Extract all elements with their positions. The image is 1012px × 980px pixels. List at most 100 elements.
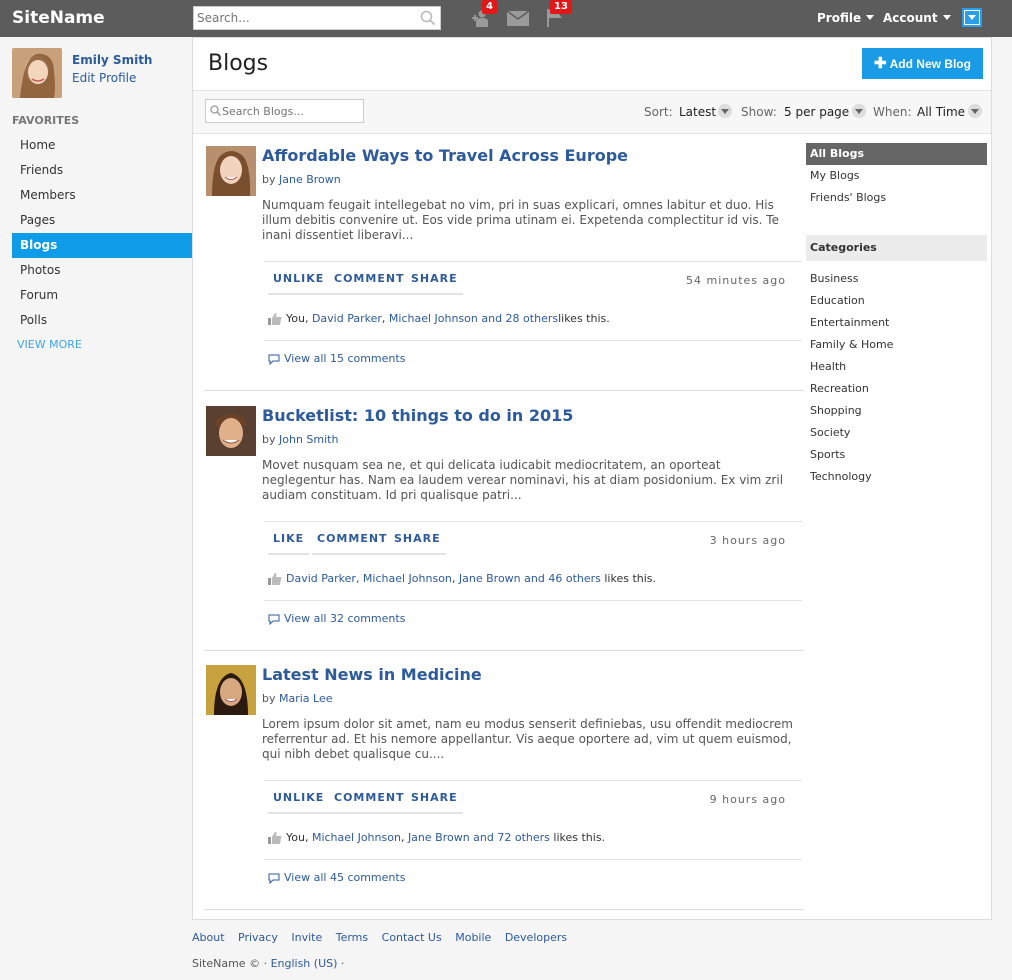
edit-profile-link[interactable]: Edit Profile bbox=[72, 71, 136, 85]
like-button[interactable]: LIKE bbox=[268, 532, 310, 555]
author-avatar[interactable] bbox=[206, 665, 256, 715]
share-button[interactable]: SHARE bbox=[406, 791, 463, 814]
comment-button[interactable]: COMMENT bbox=[329, 272, 410, 295]
unlike-button[interactable]: UNLIKE bbox=[268, 791, 330, 814]
post-actions: UNLIKE COMMENT SHARE 9 hours ago bbox=[264, 780, 802, 818]
liker-link[interactable]: Michael Johnson bbox=[312, 831, 401, 844]
comment-button[interactable]: COMMENT bbox=[329, 791, 410, 814]
category-shopping[interactable]: Shopping bbox=[806, 400, 987, 422]
when-dropdown-icon[interactable] bbox=[968, 104, 982, 118]
footer-terms[interactable]: Terms bbox=[336, 931, 368, 944]
comment-button[interactable]: COMMENT bbox=[312, 532, 393, 555]
liker-link[interactable]: David Parker, Michael Johnson bbox=[286, 572, 452, 585]
show-dropdown-icon[interactable] bbox=[852, 104, 866, 118]
footer-invite[interactable]: Invite bbox=[291, 931, 322, 944]
footer-mobile[interactable]: Mobile bbox=[455, 931, 491, 944]
post-title[interactable]: Affordable Ways to Travel Across Europe bbox=[262, 146, 628, 165]
category-business[interactable]: Business bbox=[806, 268, 987, 290]
category-family-home[interactable]: Family & Home bbox=[806, 334, 987, 356]
site-logo[interactable]: SiteName bbox=[12, 8, 105, 28]
search-icon[interactable] bbox=[420, 10, 436, 29]
byline-prefix: by bbox=[262, 173, 276, 186]
sort-dropdown-icon[interactable] bbox=[718, 104, 732, 118]
plus-icon: ✚ bbox=[874, 55, 887, 72]
author-avatar[interactable] bbox=[206, 406, 256, 456]
category-education[interactable]: Education bbox=[806, 290, 987, 312]
messages-button[interactable] bbox=[506, 10, 530, 29]
view-comments-label: View all 15 comments bbox=[284, 352, 406, 365]
account-menu[interactable]: Account bbox=[883, 11, 951, 25]
footer-developers[interactable]: Developers bbox=[505, 931, 567, 944]
quick-menu-dropdown[interactable] bbox=[962, 8, 982, 27]
notifications-badge: 13 bbox=[550, 0, 572, 14]
add-new-blog-label: Add New Blog bbox=[889, 57, 971, 71]
likers-more-link[interactable]: Jane Brown and 46 others bbox=[459, 572, 601, 585]
avatar[interactable] bbox=[12, 48, 62, 98]
share-button[interactable]: SHARE bbox=[389, 532, 446, 555]
sidebar-item-blogs[interactable]: Blogs bbox=[12, 233, 192, 258]
view-more-link[interactable]: VIEW MORE bbox=[17, 338, 82, 351]
category-technology[interactable]: Technology bbox=[806, 466, 987, 488]
unlike-button[interactable]: UNLIKE bbox=[268, 272, 330, 295]
post-author-link[interactable]: Jane Brown bbox=[279, 173, 341, 186]
sort-select[interactable]: Latest bbox=[679, 105, 716, 119]
category-society[interactable]: Society bbox=[806, 422, 987, 444]
post-likes: David Parker, Michael Johnson, Jane Brow… bbox=[268, 572, 656, 588]
profile-menu[interactable]: Profile bbox=[817, 11, 875, 25]
copyright-text: SiteName © · bbox=[192, 957, 271, 970]
view-comments-link[interactable]: View all 32 comments bbox=[268, 612, 405, 626]
post-byline: by John Smith bbox=[262, 433, 338, 446]
footer-contact[interactable]: Contact Us bbox=[382, 931, 442, 944]
sidebar-item-forum[interactable]: Forum bbox=[12, 283, 192, 308]
category-recreation[interactable]: Recreation bbox=[806, 378, 987, 400]
sidebar-item-friends[interactable]: Friends bbox=[12, 158, 192, 183]
share-button[interactable]: SHARE bbox=[406, 272, 463, 295]
view-comments-link[interactable]: View all 15 comments bbox=[268, 352, 406, 366]
byline-prefix: by bbox=[262, 692, 276, 705]
favorites-nav: Home Friends Members Pages Blogs Photos … bbox=[12, 133, 192, 333]
view-comments-link[interactable]: View all 45 comments bbox=[268, 871, 405, 885]
post-title[interactable]: Bucketlist: 10 things to do in 2015 bbox=[262, 406, 573, 425]
add-new-blog-button[interactable]: ✚ Add New Blog bbox=[862, 48, 983, 79]
sidebar-item-pages[interactable]: Pages bbox=[12, 208, 192, 233]
likes-suffix: likes this. bbox=[558, 312, 610, 325]
footer-privacy[interactable]: Privacy bbox=[238, 931, 278, 944]
global-search-input[interactable] bbox=[194, 7, 414, 29]
filter-bar: Sort: Latest Show: 5 per page When: All … bbox=[193, 90, 991, 134]
author-avatar[interactable] bbox=[206, 146, 256, 196]
page-title: Blogs bbox=[208, 51, 269, 76]
friend-requests-button[interactable]: 4 bbox=[472, 0, 497, 30]
category-sports[interactable]: Sports bbox=[806, 444, 987, 466]
blog-search[interactable] bbox=[205, 99, 364, 123]
nav-all-blogs[interactable]: All Blogs bbox=[806, 143, 987, 165]
notifications-button[interactable]: 13 bbox=[547, 0, 572, 30]
blog-post: Bucketlist: 10 things to do in 2015 by J… bbox=[204, 406, 804, 646]
liker-link[interactable]: David Parker bbox=[312, 312, 382, 325]
post-title[interactable]: Latest News in Medicine bbox=[262, 665, 482, 684]
global-search[interactable] bbox=[193, 6, 441, 30]
footer-about[interactable]: About bbox=[192, 931, 225, 944]
sidebar-item-photos[interactable]: Photos bbox=[12, 258, 192, 283]
likers-more-link[interactable]: Jane Brown and 72 others bbox=[408, 831, 550, 844]
nav-my-blogs[interactable]: My Blogs bbox=[806, 165, 987, 187]
divider bbox=[264, 859, 802, 860]
blog-search-input[interactable] bbox=[222, 100, 362, 122]
nav-friends-blogs[interactable]: Friends' Blogs bbox=[806, 187, 987, 209]
category-health[interactable]: Health bbox=[806, 356, 987, 378]
category-entertainment[interactable]: Entertainment bbox=[806, 312, 987, 334]
footer-links: About Privacy Invite Terms Contact Us Mo… bbox=[192, 931, 577, 944]
likers-more-link[interactable]: Michael Johnson and 28 others bbox=[389, 312, 558, 325]
sidebar-item-members[interactable]: Members bbox=[12, 183, 192, 208]
post-author-link[interactable]: Maria Lee bbox=[279, 692, 333, 705]
sidebar-item-polls[interactable]: Polls bbox=[12, 308, 192, 333]
show-select[interactable]: 5 per page bbox=[784, 105, 849, 119]
sort-label: Sort: bbox=[644, 105, 673, 119]
likes-separator: , bbox=[451, 572, 459, 585]
post-byline: by Jane Brown bbox=[262, 173, 341, 186]
sidebar-item-home[interactable]: Home bbox=[12, 133, 192, 158]
when-select[interactable]: All Time bbox=[917, 105, 965, 119]
post-separator bbox=[204, 390, 804, 391]
post-author-link[interactable]: John Smith bbox=[279, 433, 338, 446]
language-link[interactable]: English (US) bbox=[271, 957, 338, 970]
profile-name[interactable]: Emily Smith bbox=[72, 53, 152, 67]
